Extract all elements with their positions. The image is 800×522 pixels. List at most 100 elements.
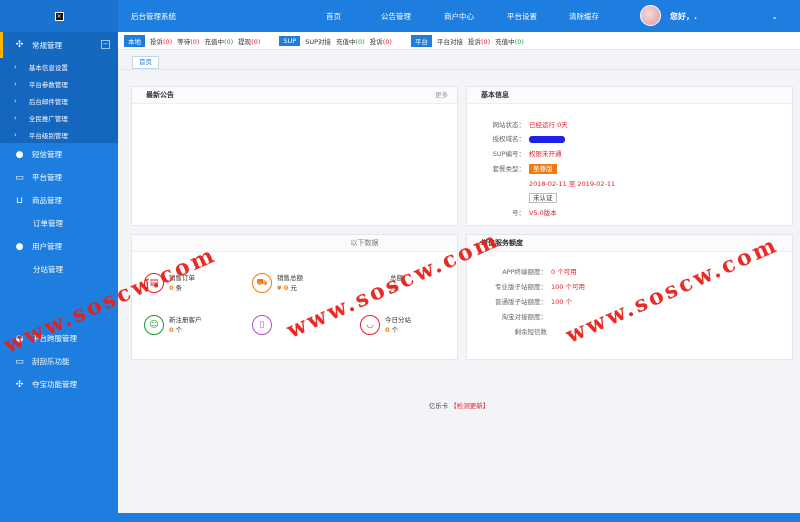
settings-cluster-icon: ✣ <box>15 379 24 390</box>
sidebar-item-substations[interactable]: 分站管理 <box>0 258 118 281</box>
chevron-right-icon: › <box>14 113 17 122</box>
status-group-platform: 平台 平台对接 投诉(0) 充值中(0) <box>410 34 529 47</box>
sidebar-item-scratch[interactable]: ▭ 刮刮乐功能 <box>0 350 118 373</box>
local-wait[interactable]: 等待(0) <box>177 36 199 46</box>
status-tag-platform: 平台 <box>410 34 432 47</box>
sidebar-item-label: 常规管理 <box>32 40 62 50</box>
notice-title: 最新公告 <box>146 91 174 99</box>
order-icon: ▤ <box>144 273 164 293</box>
platform-complaint[interactable]: 投诉(0) <box>468 36 490 46</box>
verify-button[interactable]: 未认证 <box>529 193 557 203</box>
status-tag-local: 本地 <box>124 34 145 47</box>
package-badge: 至尊版 <box>529 164 557 174</box>
version-row: 号： V5.0版本 <box>512 209 557 217</box>
stat-sales-total: ⛟ 销售总额 ¥ 0 元 <box>252 273 303 293</box>
status-tag-sup: SUP <box>279 35 301 46</box>
user-icon: ● <box>15 241 24 252</box>
sidebar-item-general[interactable]: ✣ 常规管理 − <box>0 32 118 58</box>
cart-icon: ⛟ <box>252 273 272 293</box>
status-group-sup: SUP SUP对接 充值中(0) 投诉(0) <box>279 35 397 46</box>
sidebar-item-platform[interactable]: ▭ 平台管理 <box>0 166 118 189</box>
sidebar-item-cross-server[interactable]: ◒ 平台跨服管理 <box>0 327 118 350</box>
data-panel-title: 以下数据 <box>350 239 379 247</box>
data-panel-header: 以下数据 <box>132 235 457 252</box>
sup-recharge[interactable]: 充值中(0) <box>336 36 365 46</box>
basic-info-panel: 基本信息 网站状态： 已经运行 0天 授权域名： SUP编号： 权限未开通 套餐类型… <box>466 86 793 226</box>
sidebar-subitem-promotion[interactable]: › 全民推广管理 <box>0 109 118 126</box>
monitor-icon: ▭ <box>15 356 24 367</box>
domain-row: 授权域名： <box>467 133 565 143</box>
sidebar-subitem-platform-params[interactable]: › 平台参数管理 <box>0 75 118 92</box>
status-group-local: 本地 投诉(0) 等待(0) 充值中(0) 提现(0) <box>124 34 265 47</box>
normal-quota-row: 普通版子站额度： 100 个 <box>495 298 572 306</box>
data-panel: 以下数据 ▤ 销售订单 0 条 ⛟ 销售总额 ¥ 0 元 总额元 ☺ 新注册客户 0 … <box>131 234 458 360</box>
sup-dock[interactable]: SUP对接 <box>305 36 331 46</box>
basic-info-header: 基本信息 <box>467 87 792 104</box>
value-added-title: 增值服务额度 <box>481 239 523 247</box>
user-greeting[interactable]: 您好，. <box>670 11 697 22</box>
logo-icon[interactable]: × <box>54 11 64 21</box>
chevron-right-icon: › <box>14 62 17 71</box>
people-icon: ◒ <box>15 333 24 344</box>
sidebar-subitem-levels[interactable]: › 平台级别管理 <box>0 126 118 143</box>
sidebar-item-goods[interactable]: ⊔ 商品管理 <box>0 189 118 212</box>
settings-cluster-icon: ✣ <box>15 40 24 50</box>
sidebar-item-orders[interactable]: 订单管理 <box>0 212 118 235</box>
local-complaint[interactable]: 投诉(0) <box>150 36 172 46</box>
top-bar: 后台管理系统 首页 公告管理 商户中心 平台设置 清除缓存 您好，. ⌄ <box>118 0 800 32</box>
footer-name: 亿乐卡 <box>428 402 449 410</box>
chevron-right-icon: › <box>14 96 17 105</box>
local-recharge[interactable]: 充值中(0) <box>204 36 233 46</box>
top-menu-home[interactable]: 首页 <box>326 11 341 22</box>
stat-hidden: ▯ <box>252 315 277 335</box>
stat-today-substations: ◡ 今日分站 0 个 <box>360 315 411 335</box>
top-menu-platform-settings[interactable]: 平台设置 <box>507 11 537 22</box>
verify-row: 未认证 <box>467 192 557 203</box>
local-withdraw[interactable]: 提现(0) <box>238 36 260 46</box>
sup-id-row: SUP编号： 权限未开通 <box>492 150 562 158</box>
box-icon: ▯ <box>252 315 272 335</box>
breadcrumb: 首页 <box>118 50 800 70</box>
value-added-header: 增值服务额度 <box>467 235 792 252</box>
chevron-right-icon: › <box>14 79 17 88</box>
taobao-quota-row: 淘宝对接额度： <box>501 313 548 321</box>
laptop-icon: ▭ <box>15 172 24 183</box>
sidebar-item-sms[interactable]: ● 短信管理 <box>0 143 118 166</box>
sidebar-subitem-mail[interactable]: › 后台邮件管理 <box>0 92 118 109</box>
basic-info-title: 基本信息 <box>481 91 509 99</box>
bottom-band <box>118 513 800 522</box>
avatar[interactable] <box>640 5 661 26</box>
message-icon: ● <box>15 149 24 160</box>
footer: 亿乐卡 【检测更新】 <box>118 400 800 410</box>
stat-new-customers: ☺ 新注册客户 0 个 <box>144 315 202 335</box>
sidebar: × ✣ 常规管理 − › 基本信息设置 › 平台参数管理 › 后台邮件管理 › 全民推广… <box>0 0 118 522</box>
basket-icon: ⊔ <box>15 195 24 206</box>
notice-panel-header: 最新公告 更多 <box>132 87 457 104</box>
top-menu-clear-cache[interactable]: 清除缓存 <box>569 11 599 22</box>
collapse-icon[interactable]: − <box>101 40 110 49</box>
chevron-down-icon[interactable]: ⌄ <box>771 12 778 21</box>
stat-sales-orders: ▤ 销售订单 0 条 <box>144 273 195 293</box>
logo-area: × <box>0 0 118 32</box>
notice-panel: 最新公告 更多 <box>131 86 458 226</box>
chevron-right-icon: › <box>14 130 17 139</box>
redacted-domain <box>529 135 565 143</box>
pro-quota-row: 专业版子站额度： 100 个可用 <box>495 283 585 291</box>
platform-dock[interactable]: 平台对接 <box>437 36 463 46</box>
sup-complaint[interactable]: 投诉(0) <box>370 36 392 46</box>
sidebar-item-users[interactable]: ● 用户管理 <box>0 235 118 258</box>
notice-more-link[interactable]: 更多 <box>435 87 448 103</box>
platform-recharge[interactable]: 充值中(0) <box>495 36 524 46</box>
shield-icon: ◡ <box>360 315 380 335</box>
sidebar-subitem-basic-info[interactable]: › 基本信息设置 <box>0 58 118 75</box>
check-update-link[interactable]: 【检测更新】 <box>450 402 489 410</box>
sidebar-item-treasure[interactable]: ✣ 夺宝功能管理 <box>0 373 118 396</box>
status-bar: 本地 投诉(0) 等待(0) 充值中(0) 提现(0) SUP SUP对接 充值… <box>118 32 800 50</box>
site-status-row: 网站状态： 已经运行 0天 <box>492 121 568 129</box>
top-menu-merchants[interactable]: 商户中心 <box>444 11 474 22</box>
date-row: 2018-02-11 至 2019-02-11 <box>529 180 616 188</box>
breadcrumb-home-tab[interactable]: 首页 <box>132 56 159 69</box>
top-menu-announcements[interactable]: 公告管理 <box>381 11 411 22</box>
app-title: 后台管理系统 <box>131 11 176 21</box>
user-heart-icon: ☺ <box>144 315 164 335</box>
